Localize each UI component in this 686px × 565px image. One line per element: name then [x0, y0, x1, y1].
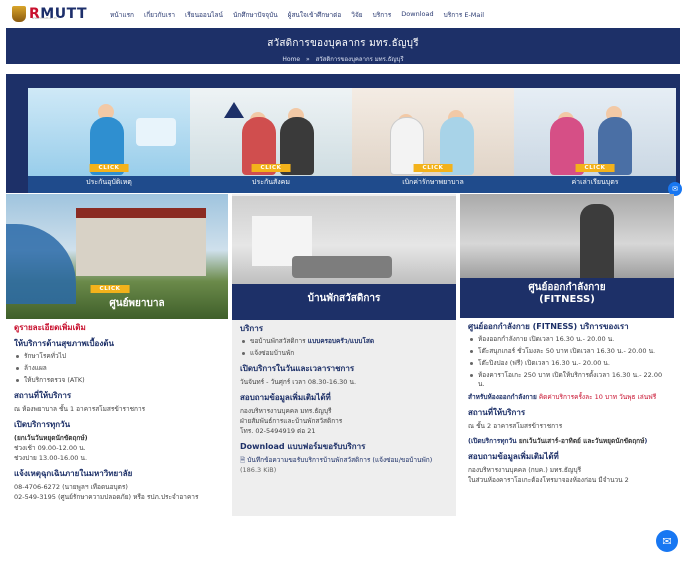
card-label: ประกันสังคม [252, 178, 290, 186]
card-medical-reimbursement[interactable]: CLICK เบิกค่ารักษาพยาบาล [352, 88, 514, 193]
photo-caption: ศูนย์ออกกำลังกาย (FITNESS) [528, 282, 606, 305]
download-heading: Download แบบฟอร์มขอรับบริการ [240, 442, 366, 451]
nav-services[interactable]: บริการ [373, 10, 392, 20]
contact-line: ในส่วนห้องคาราโอเกะต้องโทรมาจองห้องก่อน … [468, 476, 629, 484]
click-badge: CLICK [90, 285, 130, 293]
list-item: รักษาโรคทั่วไป [14, 352, 220, 361]
services-list: รักษาโรคทั่วไป ล้างแผล ให้บริการตรวจ (AT… [14, 352, 220, 385]
nav-email[interactable]: บริการ E-Mail [444, 10, 484, 20]
nav-online-learning[interactable]: เรียนออนไลน์ [185, 10, 223, 20]
download-link[interactable]: 🗎 บันทึกข้อความขอรับบริการบ้านพักสวัสดิก… [240, 455, 448, 475]
list-item: แจ้งซ่อมบ้านพัก [240, 349, 448, 358]
rmutt-logo[interactable]: RMUTT [12, 4, 87, 24]
nursing-center-photo[interactable]: CLICK ศูนย์พยาบาล [6, 194, 228, 319]
housing-photo[interactable]: บ้านพักสวัสดิการ [232, 196, 456, 320]
place-text: ณ ชั้น 2 อาคารสโมสรข้าราชการ [468, 422, 563, 430]
nursing-center-section: CLICK ศูนย์พยาบาล ดูรายละเอียดเพิ่มเติม … [6, 194, 228, 550]
list-item: ห้องออกกำลังกาย เปิดเวลา 16.30 น.- 20.00… [468, 335, 666, 344]
hours-note: (ยกเว้นวันหยุดนักขัตฤกษ์) [14, 434, 88, 442]
photo-caption: บ้านพักสวัสดิการ [307, 293, 381, 304]
fitness-section: ศูนย์ออกกำลังกาย (FITNESS) ศูนย์ออกกำลัง… [460, 194, 674, 565]
services-list: ขอบ้านพักสวัสดิการ แบบครอบครัว/แบบโสด แจ… [240, 337, 448, 358]
services-heading: ให้บริการด้านสุขภาพเบื้องต้น [14, 339, 114, 348]
emergency-heading: แจ้งเหตุฉุกเฉินภายในมหาวิทยาลัย [14, 469, 133, 478]
emergency-phone-1: 08-4706-6272 (นายพูลฯ เทือดนอบุตร) [14, 483, 128, 491]
hours-morning: ช่วงเช้า 09.00-12.00 น. [14, 444, 86, 452]
welfare-housing-section: บ้านพักสวัสดิการ บริการ ขอบ้านพักสวัสดิก… [232, 194, 456, 516]
fitness-services-list: ห้องออกกำลังกาย เปิดเวลา 16.30 น.- 20.00… [468, 335, 666, 389]
card-accident-insurance[interactable]: CLICK ประกันอุบัติเหตุ [28, 88, 190, 193]
nav-home[interactable]: หน้าแรก [110, 10, 134, 20]
list-item: ห้องคาราโอเกะ 250 บาท เปิดให้บริการตั้งเ… [468, 371, 666, 389]
breadcrumb-current: สวัสดิการของบุคลากร มทร.ธัญบุรี [315, 56, 404, 63]
messenger-chat-icon[interactable]: ✉ [656, 530, 678, 552]
card-child-tuition[interactable]: CLICK ค่าเล่าเรียนบุตร [514, 88, 676, 193]
details-link[interactable]: ดูรายละเอียดเพิ่มเติม [14, 323, 220, 333]
nav-research[interactable]: วิจัย [351, 10, 362, 20]
hours-text: วันจันทร์ - วันศุกร์ เวลา 08.30-16.30 น. [240, 378, 357, 386]
fitness-photo[interactable]: ศูนย์ออกกำลังกาย (FITNESS) [460, 194, 674, 318]
gym-fee-note: สำหรับห้องออกกำลังกาย คิดค่าบริการครั้งล… [468, 393, 657, 401]
hours-afternoon: ช่วงบ่าย 13.00-16.00 น. [14, 454, 88, 462]
nav-admissions[interactable]: ผู้สนใจเข้าศึกษาต่อ [288, 10, 342, 20]
card-social-security[interactable]: CLICK ประกันสังคม [190, 88, 352, 193]
logo-tagline: www.rmutt.ac.th [32, 16, 57, 20]
card-label: ค่าเล่าเรียนบุตร [571, 178, 619, 186]
crest-icon [12, 6, 26, 22]
click-badge: CLICK [251, 164, 291, 172]
hours-heading: เปิดบริการในวันและเวลาราชการ [240, 364, 355, 373]
contact-phone: โทร. 02-5494919 ต่อ 21 [240, 427, 316, 435]
nav-download[interactable]: Download [401, 10, 433, 20]
main-nav: หน้าแรก เกี่ยวกับเรา เรียนออนไลน์ นักศึก… [110, 10, 484, 20]
nav-about[interactable]: เกี่ยวกับเรา [144, 10, 175, 20]
click-badge: CLICK [575, 164, 615, 172]
top-navbar: RMUTT www.rmutt.ac.th หน้าแรก เกี่ยวกับเ… [0, 0, 686, 28]
photo-caption: ศูนย์พยาบาล [109, 298, 165, 309]
contact-line: กองบริหารงานบุคคล มทร.ธัญบุรี [240, 407, 332, 415]
list-item: โต๊ะปิงปอง (ฟรี) เปิดเวลา 16.30 น.- 20.0… [468, 359, 666, 368]
list-item: โต๊ะสนุกเกอร์ ชั่วโมงละ 50 บาท เปิดเวลา … [468, 347, 666, 356]
list-item: ให้บริการตรวจ (ATK) [14, 376, 220, 385]
place-text: ณ ห้องพยาบาล ชั้น 1 อาคารสโมสรข้าราชการ [14, 405, 146, 413]
contact-heading: สอบถามข้อมูลเพิ่มเติมได้ที่ [240, 393, 331, 402]
list-item: ขอบ้านพักสวัสดิการ แบบครอบครัว/แบบโสด [240, 337, 448, 346]
contact-heading: สอบถามข้อมูลเพิ่มเติมได้ที่ [468, 452, 559, 461]
contact-line: ฝ่ายสัมพันธ์การและบ้านพักสวัสดิการ [240, 417, 343, 425]
emergency-phone-2: 02-549-3195 (ศูนย์รักษาความปลอดภัย) หรือ… [14, 493, 199, 501]
list-item: ล้างแผล [14, 364, 220, 373]
card-label: เบิกค่ารักษาพยาบาล [402, 178, 464, 186]
page-title: สวัสดิการของบุคลากร มทร.ธัญบุรี [267, 38, 419, 49]
contact-line: กองบริหารงานบุคคล (กบค.) มทร.ธัญบุรี [468, 466, 582, 474]
open-days-note: (เปิดบริการทุกวัน ยกเว้นวันเสาร์-อาทิตย์… [468, 437, 648, 445]
nav-current-students[interactable]: นักศึกษาปัจจุบัน [233, 10, 278, 20]
card-label: ประกันอุบัติเหตุ [86, 178, 132, 186]
breadcrumb-separator: » [306, 56, 310, 63]
welfare-banner: CLICK ประกันอุบัติเหตุ CLICK ประกันสังคม… [6, 74, 682, 196]
breadcrumb: Home » สวัสดิการของบุคลากร มทร.ธัญบุรี [6, 54, 680, 64]
page-header: สวัสดิการของบุคลากร มทร.ธัญบุรี Home » ส… [6, 28, 680, 64]
click-badge: CLICK [89, 164, 129, 172]
breadcrumb-home[interactable]: Home [282, 56, 300, 63]
fitness-heading: ศูนย์ออกกำลังกาย (FITNESS) บริการของเรา [468, 322, 629, 331]
place-heading: สถานที่ให้บริการ [14, 391, 72, 400]
hours-heading: เปิดบริการทุกวัน [14, 420, 71, 429]
services-heading: บริการ [240, 324, 264, 333]
click-badge: CLICK [413, 164, 453, 172]
place-heading: สถานที่ให้บริการ [468, 408, 526, 417]
